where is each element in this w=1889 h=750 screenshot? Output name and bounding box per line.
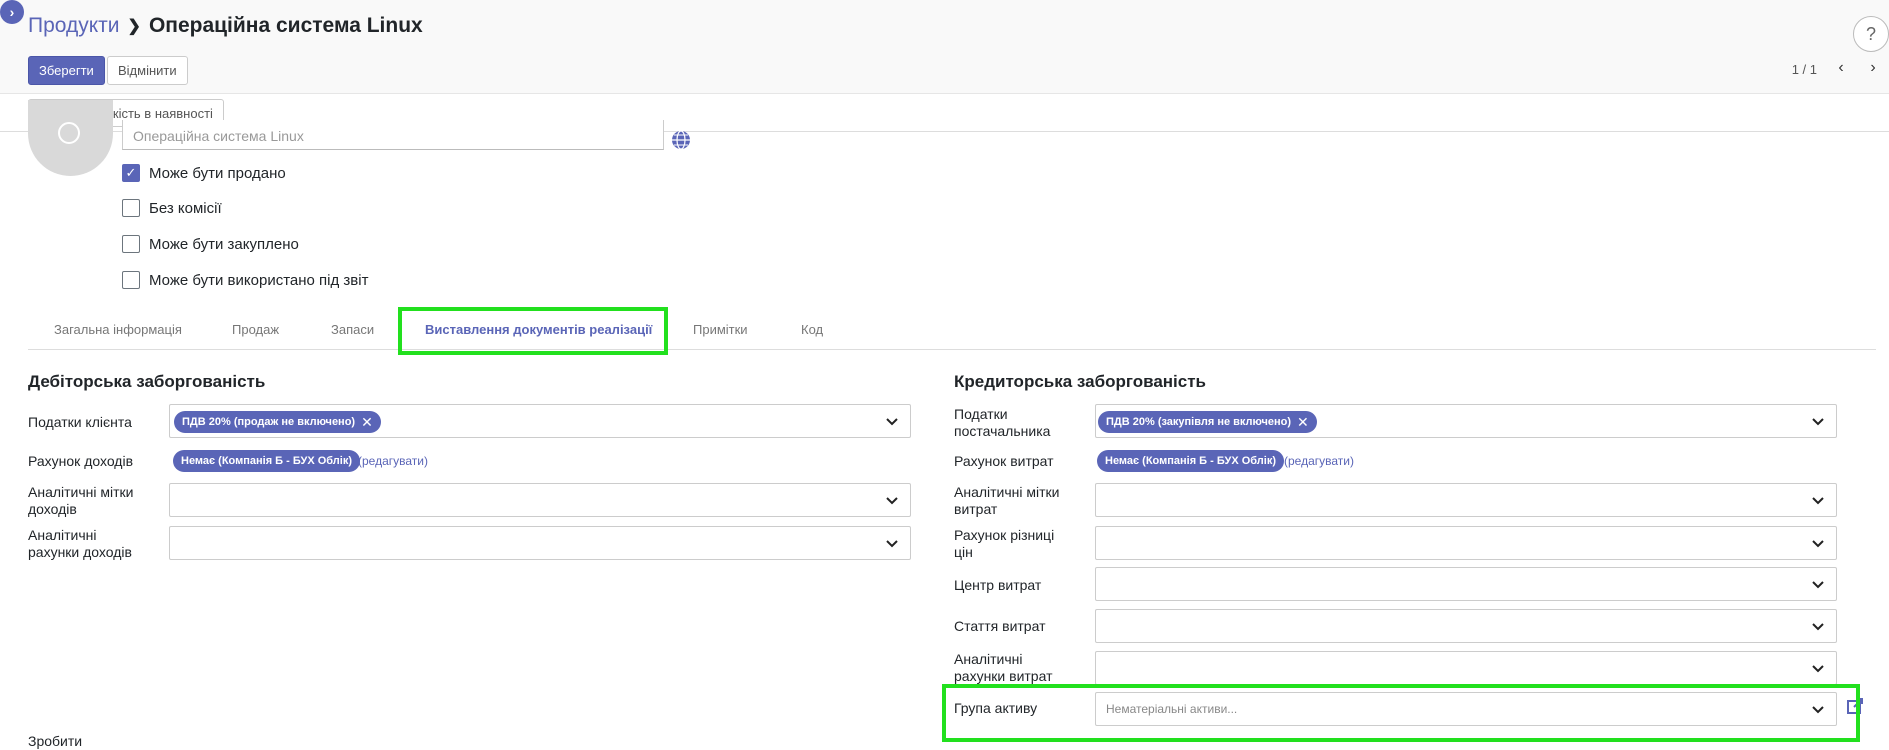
expense-tags-field[interactable] (1095, 483, 1837, 517)
chevron-down-icon[interactable] (1810, 660, 1826, 676)
remove-tag-icon[interactable]: ✕ (1297, 414, 1309, 431)
expense-account-tag[interactable]: Немає (Компанія Б - БУХ Облік) (1097, 450, 1285, 472)
cost-center-field[interactable] (1095, 567, 1837, 601)
tab-code[interactable]: Код (801, 322, 823, 337)
price-diff-label: Рахунок різниці цін (954, 527, 1055, 560)
tab-inventory[interactable]: Запаси (331, 322, 374, 337)
income-tags-label: Аналітичні мітки доходів (28, 484, 134, 517)
breadcrumb: Продукти ❯ Операційна система Linux (28, 14, 423, 38)
tab-sales[interactable]: Продаж (232, 322, 279, 337)
make-label: Зробити (28, 733, 83, 749)
expense-account-label: Рахунок витрат (954, 453, 1054, 469)
vendor-tax-tag[interactable]: ПДВ 20% (закупівля не включено) ✕ (1098, 411, 1317, 433)
chevron-down-icon[interactable] (884, 413, 900, 429)
save-button[interactable]: Зберегти (28, 56, 105, 85)
customer-taxes-field[interactable]: ПДВ 20% (продаж не включено) ✕ (169, 404, 911, 438)
product-name-input[interactable]: Операційна система Linux (122, 120, 664, 150)
page-title: Операційна система Linux (148, 14, 423, 37)
tag-label: ПДВ 20% (продаж не включено) (182, 416, 356, 428)
checkbox-label: Може бути продано (149, 164, 286, 182)
tab-highlight-box (398, 307, 668, 355)
asset-group-highlight-box (942, 684, 1860, 742)
checkbox-label: Може бути використано під звіт (149, 271, 369, 289)
income-account-tag[interactable]: Немає (Компанія Б - БУХ Облік) (173, 450, 361, 472)
camera-icon (58, 122, 80, 144)
remove-tag-icon[interactable]: ✕ (361, 414, 373, 431)
chevron-down-icon[interactable] (1810, 618, 1826, 634)
can-be-sold-checkbox[interactable]: ✓ Може бути продано (122, 164, 286, 182)
pager-value[interactable]: 1 / 1 (1792, 62, 1817, 77)
menu-toggle-icon[interactable]: › (0, 0, 24, 24)
vendor-taxes-label: Податки постачальника (954, 406, 1051, 439)
discard-button[interactable]: Відмінити (107, 56, 188, 85)
notebook-tabs: Загальна інформація Продаж Запаси Вистав… (28, 312, 1876, 350)
payable-title: Кредиторська заборгованість (954, 372, 1207, 391)
chevron-down-icon[interactable] (884, 492, 900, 508)
chevron-down-icon[interactable] (1810, 492, 1826, 508)
checkbox-checked-icon[interactable]: ✓ (122, 164, 140, 182)
checkbox-icon[interactable] (122, 235, 140, 253)
receivable-title: Дебіторська заборгованість (28, 372, 266, 391)
cost-item-field[interactable] (1095, 609, 1837, 643)
cost-item-label: Стаття витрат (954, 618, 1046, 634)
income-account-label: Рахунок доходів (28, 453, 134, 469)
help-button[interactable]: ? (1853, 16, 1889, 52)
chevron-down-icon[interactable] (1810, 576, 1826, 592)
cost-center-label: Центр витрат (954, 577, 1042, 593)
checkbox-icon[interactable] (122, 199, 140, 217)
tab-general-info[interactable]: Загальна інформація (54, 322, 182, 337)
income-account-edit-link[interactable]: (редагувати) (358, 454, 428, 468)
pager-next-icon[interactable]: › (1861, 56, 1885, 80)
expense-tags-label: Аналітичні мітки витрат (954, 484, 1060, 517)
expense-analytic-label: Аналітичні рахунки витрат (954, 651, 1053, 684)
globe-icon[interactable] (671, 130, 691, 150)
checkbox-label: Без комісії (149, 199, 222, 217)
price-diff-field[interactable] (1095, 526, 1837, 560)
income-analytic-field[interactable] (169, 526, 911, 560)
chevron-right-icon: ❯ (127, 18, 141, 35)
can-be-expensed-checkbox[interactable]: Може бути використано під звіт (122, 271, 368, 289)
expense-analytic-field[interactable] (1095, 651, 1837, 685)
expense-account-edit-link[interactable]: (редагувати) (1284, 454, 1354, 468)
income-analytic-label: Аналітичні рахунки доходів (28, 527, 132, 560)
tag-label: ПДВ 20% (закупівля не включено) (1106, 416, 1292, 428)
chevron-down-icon[interactable] (884, 535, 900, 551)
can-be-purchased-checkbox[interactable]: Може бути закуплено (122, 235, 299, 253)
chevron-down-icon[interactable] (1810, 413, 1826, 429)
customer-taxes-label: Податки клієнта (28, 414, 132, 430)
tab-notes[interactable]: Примітки (693, 322, 748, 337)
pager-previous-icon[interactable]: ‹ (1829, 56, 1853, 80)
product-image[interactable] (28, 100, 113, 176)
no-commission-checkbox[interactable]: Без комісії (122, 199, 222, 217)
income-tags-field[interactable] (169, 483, 911, 517)
checkbox-label: Може бути закуплено (149, 235, 299, 253)
customer-tax-tag[interactable]: ПДВ 20% (продаж не включено) ✕ (174, 411, 381, 433)
breadcrumb-products-link[interactable]: Продукти (28, 14, 120, 38)
checkbox-icon[interactable] (122, 271, 140, 289)
chevron-down-icon[interactable] (1810, 535, 1826, 551)
vendor-taxes-field[interactable]: ПДВ 20% (закупівля не включено) ✕ (1095, 404, 1837, 438)
